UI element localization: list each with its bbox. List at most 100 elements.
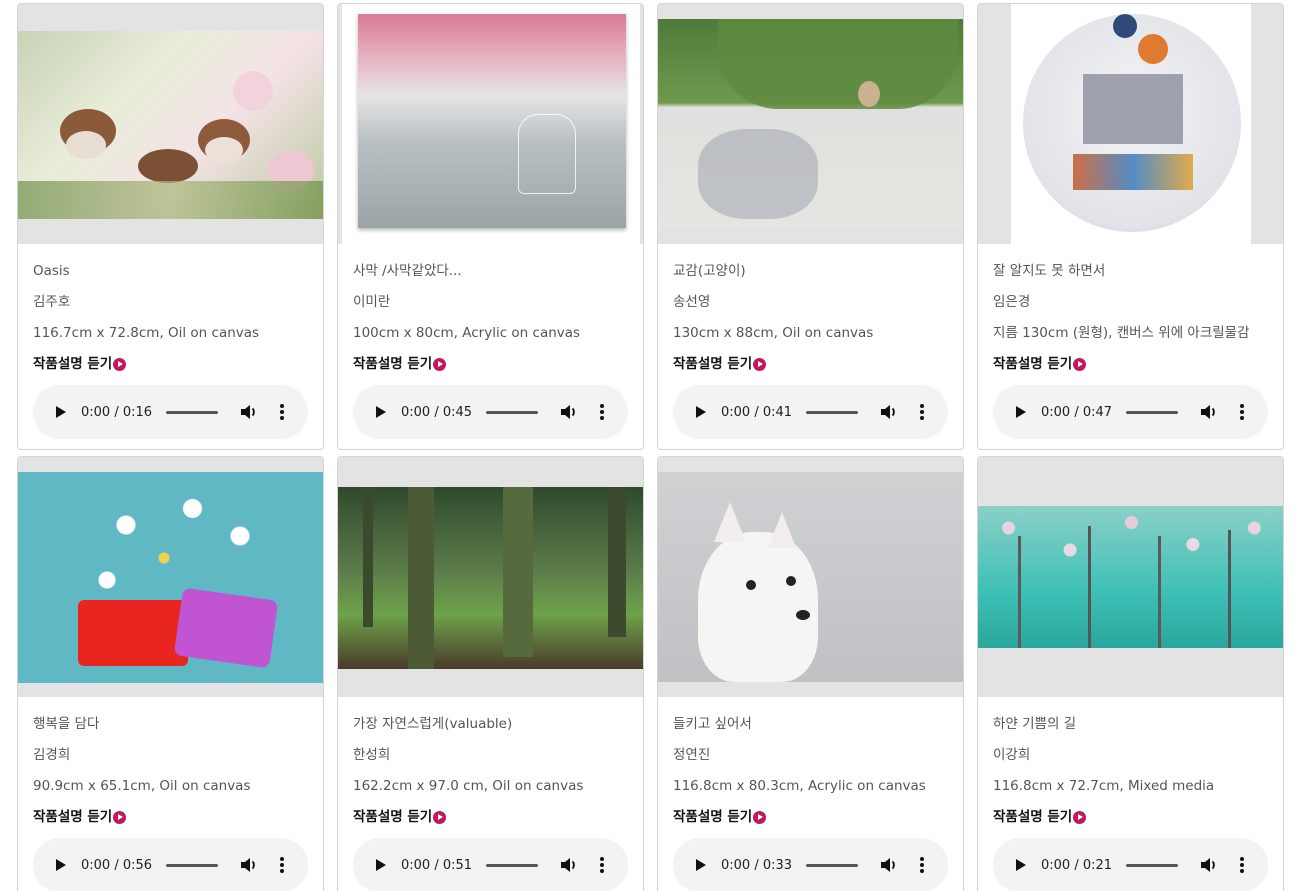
artwork-spec: 116.7cm x 72.8cm, Oil on canvas	[33, 325, 260, 341]
audio-player[interactable]: 0:00 / 0:47	[993, 385, 1268, 439]
volume-icon[interactable]	[1200, 404, 1218, 420]
listen-label: 작품설명 듣기	[33, 802, 308, 832]
audio-time: 0:00 / 0:56	[81, 857, 153, 873]
artwork-card: 사막 /사막같았다... 이미란 100cm x 80cm, Acrylic o…	[337, 3, 644, 450]
volume-icon[interactable]	[880, 857, 898, 873]
listen-label: 작품설명 듣기	[673, 349, 948, 379]
audio-progress-slider[interactable]	[806, 410, 858, 414]
audio-progress-slider[interactable]	[166, 863, 218, 867]
artwork-spec: 130cm x 88cm, Oil on canvas	[673, 325, 874, 341]
audio-time: 0:00 / 0:51	[401, 857, 473, 873]
play-circle-icon	[1073, 810, 1087, 824]
audio-player[interactable]: 0:00 / 0:56	[33, 838, 308, 891]
audio-time: 0:00 / 0:16	[81, 404, 153, 420]
artwork-image[interactable]	[978, 4, 1283, 244]
artwork-card: 가장 자연스럽게(valuable) 한성희 162.2cm x 97.0 cm…	[337, 456, 644, 891]
audio-time: 0:00 / 0:45	[401, 404, 473, 420]
artwork-title: 잘 알지도 못 하면서	[993, 263, 1106, 279]
listen-label: 작품설명 듣기	[993, 349, 1268, 379]
audio-progress-slider[interactable]	[1126, 410, 1178, 414]
play-circle-icon	[113, 357, 127, 371]
artwork-image[interactable]	[18, 457, 323, 697]
artwork-spec: 116.8cm x 72.7cm, Mixed media	[993, 778, 1215, 794]
listen-label: 작품설명 듣기	[993, 802, 1268, 832]
more-options-icon[interactable]	[280, 857, 284, 873]
play-circle-icon	[753, 357, 767, 371]
audio-time: 0:00 / 0:33	[721, 857, 793, 873]
audio-progress-slider[interactable]	[166, 410, 218, 414]
audio-player[interactable]: 0:00 / 0:51	[353, 838, 628, 891]
listen-label: 작품설명 듣기	[353, 802, 628, 832]
listen-label: 작품설명 듣기	[673, 802, 948, 832]
artwork-spec: 116.8cm x 80.3cm, Acrylic on canvas	[673, 778, 926, 794]
play-icon[interactable]	[56, 859, 66, 871]
artwork-spec: 지름 130cm (원형), 캔버스 위에 아크릴물감	[993, 325, 1250, 341]
more-options-icon[interactable]	[600, 857, 604, 873]
play-icon[interactable]	[56, 406, 66, 418]
artist-name: 송선영	[673, 294, 711, 310]
more-options-icon[interactable]	[1240, 857, 1244, 873]
artwork-spec: 100cm x 80cm, Acrylic on canvas	[353, 325, 581, 341]
play-icon[interactable]	[696, 859, 706, 871]
artwork-title: 행복을 담다	[33, 716, 100, 732]
artwork-card: 행복을 담다 김경희 90.9cm x 65.1cm, Oil on canva…	[17, 456, 324, 891]
audio-time: 0:00 / 0:47	[1041, 404, 1113, 420]
artwork-card: 하얀 기쁨의 길 이강희 116.8cm x 72.7cm, Mixed med…	[977, 456, 1284, 891]
artwork-image[interactable]	[18, 4, 323, 244]
more-options-icon[interactable]	[600, 404, 604, 420]
artwork-card: 들키고 싶어서 정연진 116.8cm x 80.3cm, Acrylic on…	[657, 456, 964, 891]
play-icon[interactable]	[376, 859, 386, 871]
artwork-spec: 90.9cm x 65.1cm, Oil on canvas	[33, 778, 251, 794]
audio-player[interactable]: 0:00 / 0:45	[353, 385, 628, 439]
artwork-title: 들키고 싶어서	[673, 716, 752, 732]
more-options-icon[interactable]	[920, 404, 924, 420]
volume-icon[interactable]	[880, 404, 898, 420]
audio-progress-slider[interactable]	[806, 863, 858, 867]
listen-label: 작품설명 듣기	[33, 349, 308, 379]
artwork-card: 잘 알지도 못 하면서 임은경 지름 130cm (원형), 캔버스 위에 아크…	[977, 3, 1284, 450]
artist-name: 김주호	[33, 294, 71, 310]
artwork-image[interactable]	[658, 457, 963, 697]
artwork-title: 가장 자연스럽게(valuable)	[353, 716, 513, 732]
volume-icon[interactable]	[560, 857, 578, 873]
audio-progress-slider[interactable]	[486, 410, 538, 414]
more-options-icon[interactable]	[920, 857, 924, 873]
artwork-title: 사막 /사막같았다...	[353, 263, 462, 279]
artwork-title: 교감(고양이)	[673, 263, 746, 279]
play-icon[interactable]	[696, 406, 706, 418]
audio-player[interactable]: 0:00 / 0:41	[673, 385, 948, 439]
artwork-image[interactable]	[338, 4, 643, 244]
volume-icon[interactable]	[240, 857, 258, 873]
audio-progress-slider[interactable]	[486, 863, 538, 867]
artist-name: 정연진	[673, 747, 711, 763]
play-circle-icon	[433, 810, 447, 824]
play-circle-icon	[753, 810, 767, 824]
artwork-image[interactable]	[658, 4, 963, 244]
artist-name: 이미란	[353, 294, 391, 310]
audio-time: 0:00 / 0:21	[1041, 857, 1113, 873]
artist-name: 이강희	[993, 747, 1031, 763]
artwork-image[interactable]	[978, 457, 1283, 697]
artwork-spec: 162.2cm x 97.0 cm, Oil on canvas	[353, 778, 584, 794]
artist-name: 임은경	[993, 294, 1031, 310]
play-icon[interactable]	[1016, 406, 1026, 418]
artwork-title: Oasis	[33, 263, 70, 279]
volume-icon[interactable]	[240, 404, 258, 420]
audio-progress-slider[interactable]	[1126, 863, 1178, 867]
play-circle-icon	[1073, 357, 1087, 371]
audio-player[interactable]: 0:00 / 0:16	[33, 385, 308, 439]
more-options-icon[interactable]	[280, 404, 284, 420]
audio-player[interactable]: 0:00 / 0:21	[993, 838, 1268, 891]
play-icon[interactable]	[1016, 859, 1026, 871]
audio-player[interactable]: 0:00 / 0:33	[673, 838, 948, 891]
volume-icon[interactable]	[1200, 857, 1218, 873]
artwork-card: Oasis 김주호 116.7cm x 72.8cm, Oil on canva…	[17, 3, 324, 450]
artwork-card: 교감(고양이) 송선영 130cm x 88cm, Oil on canvas …	[657, 3, 964, 450]
more-options-icon[interactable]	[1240, 404, 1244, 420]
volume-icon[interactable]	[560, 404, 578, 420]
play-icon[interactable]	[376, 406, 386, 418]
artwork-image[interactable]	[338, 457, 643, 697]
play-circle-icon	[113, 810, 127, 824]
artwork-title: 하얀 기쁨의 길	[993, 716, 1077, 732]
listen-label: 작품설명 듣기	[353, 349, 628, 379]
